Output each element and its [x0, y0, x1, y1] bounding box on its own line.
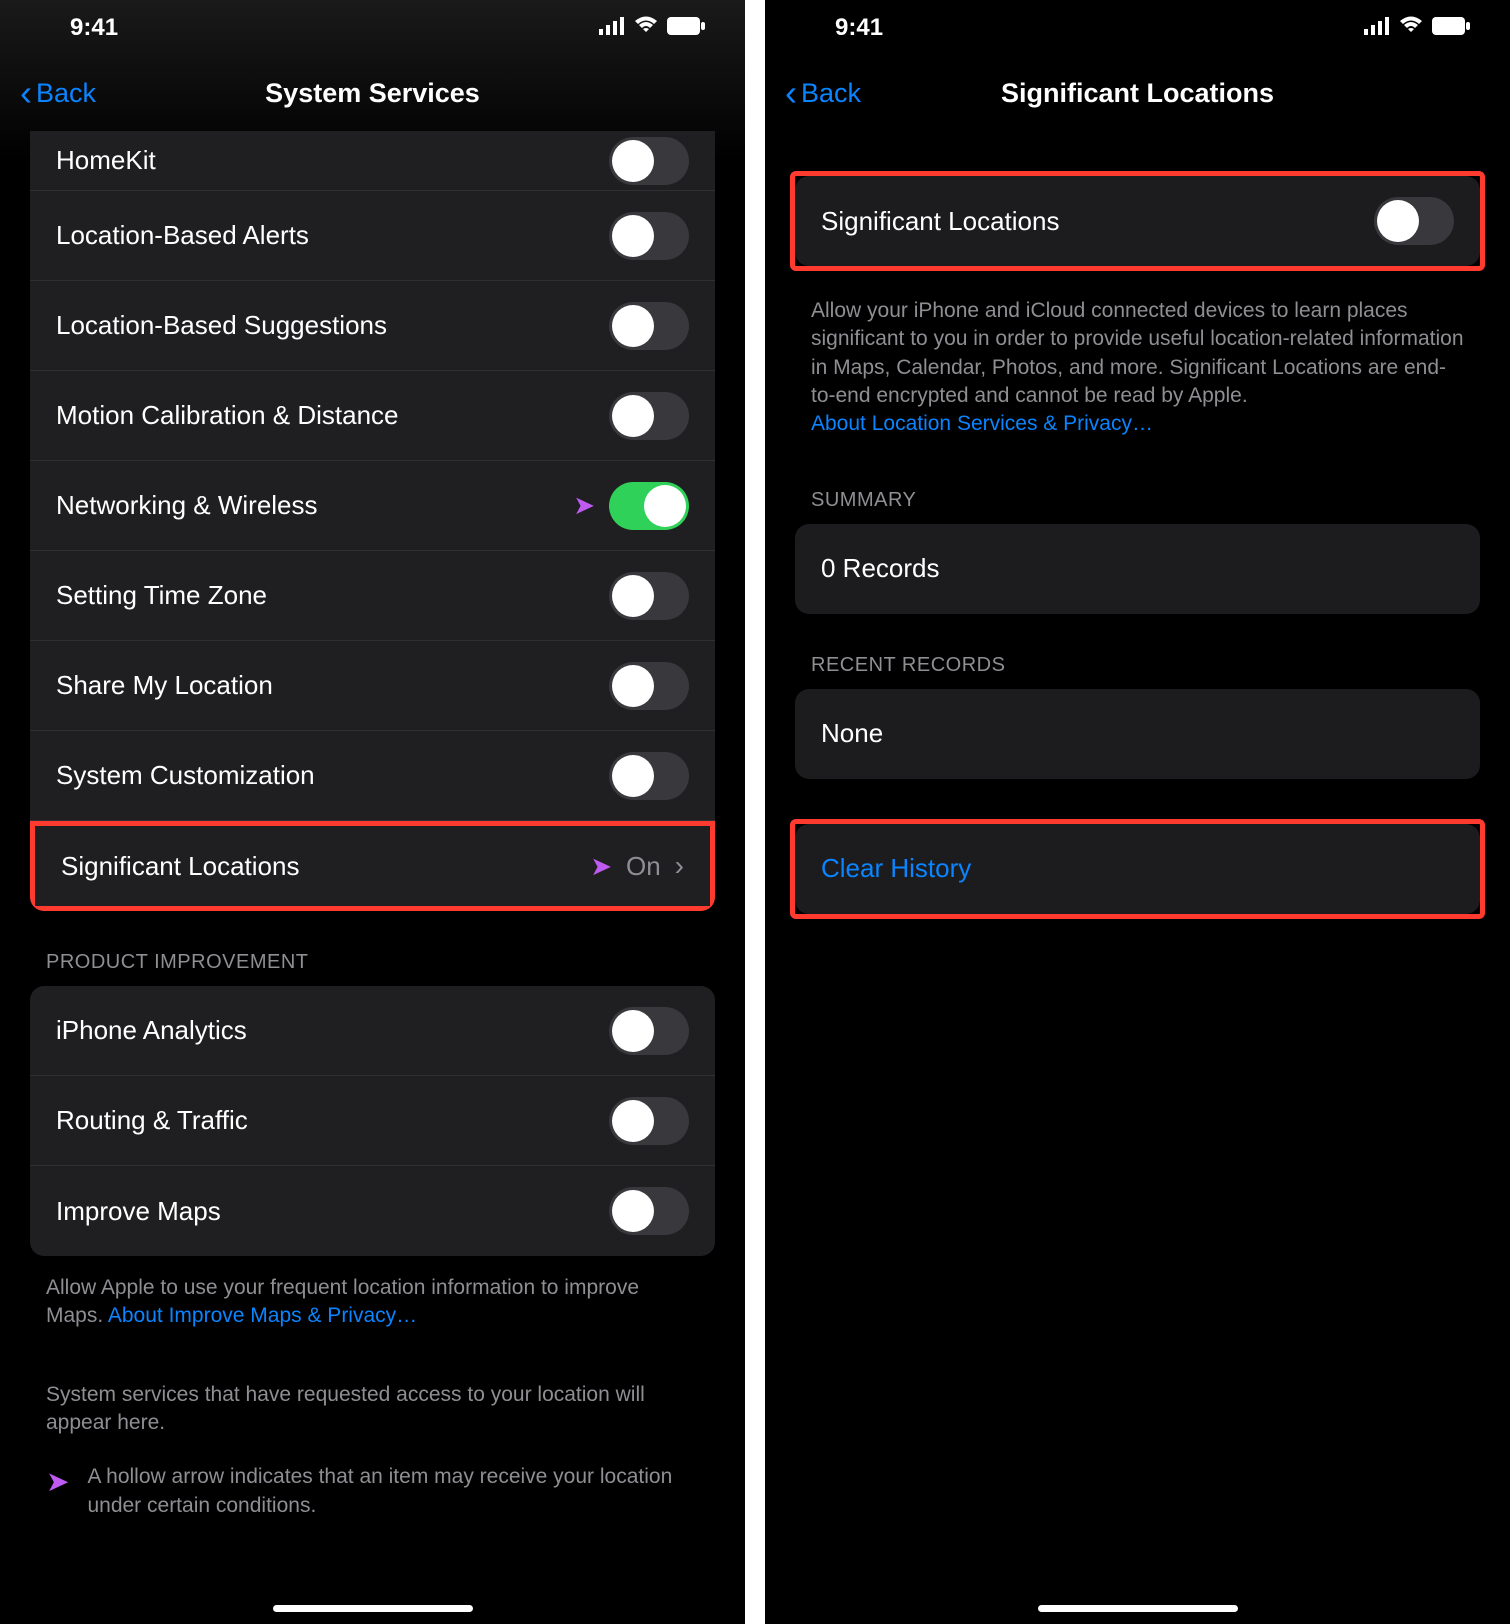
signal-icon	[1364, 14, 1390, 42]
toggle-setting-timezone[interactable]	[609, 572, 689, 620]
back-button[interactable]: ‹ Back	[785, 75, 861, 111]
footer-improve-maps: Allow Apple to use your frequent locatio…	[0, 1256, 745, 1331]
product-improvement-list: iPhone Analytics Routing & Traffic Impro…	[30, 986, 715, 1256]
highlight-box: Significant Locations	[790, 171, 1485, 271]
back-chevron-icon: ‹	[785, 75, 797, 111]
clear-history-group: Clear History	[795, 824, 1480, 914]
row-significant-locations[interactable]: Significant Locations ➤ On ›	[30, 821, 715, 911]
row-value: On	[626, 851, 661, 882]
row-recent: None	[795, 689, 1480, 779]
footer-text-3: A hollow arrow indicates that an item ma…	[87, 1463, 699, 1520]
left-screenshot: 9:41 ‹ Back System Services HomeKit Loca…	[0, 0, 745, 1624]
toggle-networking-wireless[interactable]	[609, 482, 689, 530]
status-bar: 9:41	[0, 0, 745, 55]
toggle-system-customization[interactable]	[609, 752, 689, 800]
toggle-iphone-analytics[interactable]	[609, 1007, 689, 1055]
right-screenshot: 9:41 ‹ Back Significant Locations Signif…	[765, 0, 1510, 1624]
row-label: Setting Time Zone	[56, 580, 267, 611]
services-list: HomeKit Location-Based Alerts Location-B…	[30, 131, 715, 911]
wifi-icon	[1398, 14, 1424, 42]
signal-icon	[599, 14, 625, 42]
row-significant-locations-toggle[interactable]: Significant Locations	[795, 176, 1480, 266]
page-title: System Services	[0, 78, 745, 109]
nav-bar: ‹ Back Significant Locations	[765, 55, 1510, 131]
toggle-location-suggestions[interactable]	[609, 302, 689, 350]
row-label: Motion Calibration & Distance	[56, 400, 399, 431]
row-label: Networking & Wireless	[56, 490, 318, 521]
row-label: Location-Based Suggestions	[56, 310, 387, 341]
status-time: 9:41	[835, 14, 883, 42]
row-summary: 0 Records	[795, 524, 1480, 614]
row-motion-calibration[interactable]: Motion Calibration & Distance	[30, 371, 715, 461]
status-icons	[1364, 14, 1470, 42]
summary-value: 0 Records	[821, 553, 940, 584]
recent-value: None	[821, 718, 883, 749]
back-label: Back	[801, 78, 861, 109]
summary-group: 0 Records	[795, 524, 1480, 614]
row-label: iPhone Analytics	[56, 1015, 247, 1046]
wifi-icon	[633, 14, 659, 42]
row-label: Significant Locations	[61, 851, 299, 882]
location-arrow-icon: ➤	[590, 851, 612, 882]
row-label: HomeKit	[56, 145, 156, 176]
toggle-routing-traffic[interactable]	[609, 1097, 689, 1145]
back-button[interactable]: ‹ Back	[20, 75, 96, 111]
row-location-alerts[interactable]: Location-Based Alerts	[30, 191, 715, 281]
battery-icon	[667, 14, 705, 42]
link-location-privacy[interactable]: About Location Services & Privacy…	[811, 412, 1153, 435]
row-label: Location-Based Alerts	[56, 220, 309, 251]
page-title: Significant Locations	[765, 78, 1510, 109]
row-homekit[interactable]: HomeKit	[30, 131, 715, 191]
clear-history-label: Clear History	[821, 853, 971, 884]
highlight-box-clear: Clear History	[790, 819, 1485, 919]
home-indicator[interactable]	[1038, 1605, 1238, 1612]
status-time: 9:41	[70, 14, 118, 42]
status-bar: 9:41	[765, 0, 1510, 55]
row-location-suggestions[interactable]: Location-Based Suggestions	[30, 281, 715, 371]
row-label: Share My Location	[56, 670, 273, 701]
row-label: Significant Locations	[821, 206, 1059, 237]
toggle-homekit[interactable]	[609, 137, 689, 185]
link-improve-maps-privacy[interactable]: About Improve Maps & Privacy…	[108, 1304, 417, 1327]
chevron-right-icon: ›	[675, 850, 684, 882]
toggle-share-my-location[interactable]	[609, 662, 689, 710]
row-iphone-analytics[interactable]: iPhone Analytics	[30, 986, 715, 1076]
nav-bar: ‹ Back System Services	[0, 55, 745, 131]
row-share-my-location[interactable]: Share My Location	[30, 641, 715, 731]
row-clear-history[interactable]: Clear History	[795, 824, 1480, 914]
row-label: Improve Maps	[56, 1196, 221, 1227]
footer-hollow-arrow: ➤ A hollow arrow indicates that an item …	[0, 1437, 745, 1520]
row-label: System Customization	[56, 760, 315, 791]
row-networking-wireless[interactable]: Networking & Wireless ➤	[30, 461, 715, 551]
sig-loc-toggle-group: Significant Locations	[795, 176, 1480, 266]
row-setting-timezone[interactable]: Setting Time Zone	[30, 551, 715, 641]
toggle-location-alerts[interactable]	[609, 212, 689, 260]
row-routing-traffic[interactable]: Routing & Traffic	[30, 1076, 715, 1166]
section-header-summary: SUMMARY	[765, 439, 1510, 524]
recent-group: None	[795, 689, 1480, 779]
row-system-customization[interactable]: System Customization	[30, 731, 715, 821]
description-text: Allow your iPhone and iCloud connected d…	[765, 271, 1510, 439]
home-indicator[interactable]	[273, 1605, 473, 1612]
row-label: Routing & Traffic	[56, 1105, 248, 1136]
toggle-motion-calibration[interactable]	[609, 392, 689, 440]
status-icons	[599, 14, 705, 42]
location-arrow-icon: ➤	[573, 490, 595, 521]
footer-system-services: System services that have requested acce…	[0, 1331, 745, 1438]
toggle-improve-maps[interactable]	[609, 1187, 689, 1235]
back-chevron-icon: ‹	[20, 75, 32, 111]
battery-icon	[1432, 14, 1470, 42]
section-header-recent: RECENT RECORDS	[765, 614, 1510, 689]
hollow-arrow-icon: ➤	[46, 1463, 69, 1501]
toggle-significant-locations[interactable]	[1374, 197, 1454, 245]
back-label: Back	[36, 78, 96, 109]
section-header-product-improvement: PRODUCT IMPROVEMENT	[0, 911, 745, 986]
desc-body: Allow your iPhone and iCloud connected d…	[811, 299, 1464, 407]
row-improve-maps[interactable]: Improve Maps	[30, 1166, 715, 1256]
